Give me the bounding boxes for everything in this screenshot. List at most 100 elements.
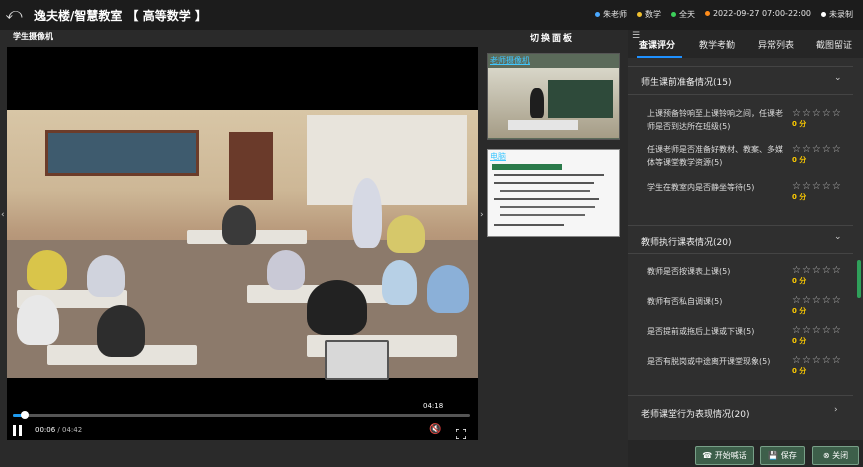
divider (628, 253, 853, 254)
criterion-text: 是否有脱岗或中途离开课堂现象(5) (647, 357, 771, 366)
current-time: 00:06 (35, 426, 56, 434)
star-rating[interactable]: ☆☆☆☆☆ (792, 181, 842, 192)
student (307, 280, 367, 335)
student (27, 250, 67, 290)
save-icon: 💾 (768, 451, 779, 460)
chevron-right-icon[interactable]: › (834, 405, 838, 415)
duration-dot-icon (670, 12, 676, 17)
chevron-down-icon[interactable]: ⌄ (834, 73, 842, 83)
time-display: 00:06 / 04:42 (35, 426, 82, 434)
divider (628, 94, 853, 95)
star-rating[interactable]: ☆☆☆☆☆ (792, 325, 842, 336)
pause-icon (19, 425, 22, 436)
star-rating[interactable]: ☆☆☆☆☆ (792, 355, 842, 366)
podium (508, 120, 578, 130)
slide-line (500, 206, 595, 208)
monitor (325, 340, 389, 380)
save-button[interactable]: 💾 保存 (760, 446, 805, 465)
collapse-left-icon[interactable]: ‹ (1, 210, 5, 220)
slide-preview (492, 164, 614, 232)
section-header-schedule[interactable]: 教师执行课表情况(20) (641, 235, 731, 248)
classroom-window (307, 115, 467, 205)
phone-icon: ☎ (702, 451, 713, 460)
score-value: 0 分 (792, 277, 807, 285)
mute-icon[interactable]: 🔇 (429, 424, 441, 435)
star-rating[interactable]: ☆☆☆☆☆ (792, 108, 842, 119)
slide-line (500, 190, 590, 192)
slide-line (494, 198, 599, 200)
chevron-down-icon[interactable]: ⌄ (834, 232, 842, 242)
time-separator: / (55, 426, 62, 434)
score-value: 0 分 (792, 367, 807, 375)
score-value: 0 分 (792, 337, 807, 345)
student (97, 305, 145, 357)
subject-info: 数学 (636, 9, 661, 20)
pause-icon (13, 425, 16, 436)
star-rating[interactable]: ☆☆☆☆☆ (792, 295, 842, 306)
star-rating[interactable]: ☆☆☆☆☆ (792, 144, 842, 155)
fullscreen-icon[interactable] (455, 424, 467, 440)
video-player[interactable] (7, 47, 478, 440)
tab-exception-list[interactable]: 异常列表 (758, 38, 794, 51)
close-icon: ⊗ (822, 451, 830, 460)
computer-thumbnail[interactable]: 电脑 (487, 149, 620, 237)
slide-heading (492, 164, 562, 170)
student (17, 295, 59, 345)
active-tab-indicator (637, 56, 682, 58)
tab-attendance[interactable]: 教学考勤 (699, 38, 735, 51)
teacher-camera-frame (488, 68, 619, 138)
classroom-door (229, 132, 273, 200)
student (427, 265, 469, 313)
start-call-button[interactable]: ☎ 开始喊话 (695, 446, 754, 465)
collapse-right-icon[interactable]: › (480, 210, 484, 220)
divider (628, 66, 853, 67)
criterion-text: 是否提前或拖后上课或下课(5) (647, 327, 755, 336)
tab-screenshots[interactable]: 截图留证 (816, 38, 852, 51)
record-info: 未录制 (821, 9, 853, 20)
student (382, 260, 417, 305)
total-time: 04:42 (62, 426, 83, 434)
page-title: 逸夫楼/智慧教室 【 高等数学 】 (34, 9, 207, 23)
pause-button[interactable] (13, 425, 25, 437)
wall-painting (45, 130, 199, 176)
divider (628, 395, 853, 396)
standing-student (352, 178, 382, 248)
blackboard (548, 80, 613, 118)
section-header-preparation[interactable]: 师生课前准备情况(15) (641, 75, 731, 88)
hover-time-tooltip: 04:18 (423, 402, 444, 410)
save-label: 保存 (780, 451, 797, 460)
tab-course-scoring[interactable]: 查课评分 (639, 38, 675, 51)
classroom-video-frame (7, 110, 478, 380)
subject-name: 数学 (644, 10, 661, 19)
switch-panel-title: 切换面板 (529, 34, 574, 44)
close-label: 关闭 (832, 451, 849, 460)
teacher-figure (530, 88, 544, 118)
criterion-text: 教师是否按课表上课(5) (647, 267, 731, 276)
criterion-text: 任课老师是否准备好教材、教案、多媒体等课堂教学资源(5) (647, 145, 783, 167)
student (267, 250, 305, 290)
close-button[interactable]: ⊗ 关闭 (812, 446, 859, 465)
evaluation-panel (628, 30, 863, 467)
duration-text: 全天 (678, 10, 695, 19)
datetime-text: 2022-09-27 07:00-22:00 (712, 9, 811, 18)
start-call-label: 开始喊话 (714, 451, 747, 460)
divider (628, 225, 853, 226)
teacher-camera-thumbnail[interactable]: 老师摄像机 (487, 53, 620, 140)
score-value: 0 分 (792, 120, 807, 128)
slide-line (494, 182, 594, 184)
criterion-text: 学生在教室内是否静坐等待(5) (647, 183, 755, 192)
star-rating[interactable]: ☆☆☆☆☆ (792, 265, 842, 276)
score-value: 0 分 (792, 193, 807, 201)
back-arrow-icon[interactable]: ⤺ (4, 4, 24, 24)
student (222, 205, 256, 245)
student (87, 255, 125, 297)
computer-label: 电脑 (490, 152, 506, 161)
slide-line (500, 214, 585, 216)
record-dot-icon (821, 12, 826, 17)
progress-handle[interactable] (21, 411, 29, 419)
score-value: 0 分 (792, 156, 807, 164)
session-info: 朱老师 数学 全天 2022-09-27 07:00-22:00 未录制 (594, 9, 853, 20)
section-header-behavior[interactable]: 老师课堂行为表现情况(20) (641, 407, 749, 420)
scrollbar[interactable] (857, 260, 861, 298)
progress-bar[interactable] (13, 414, 470, 417)
